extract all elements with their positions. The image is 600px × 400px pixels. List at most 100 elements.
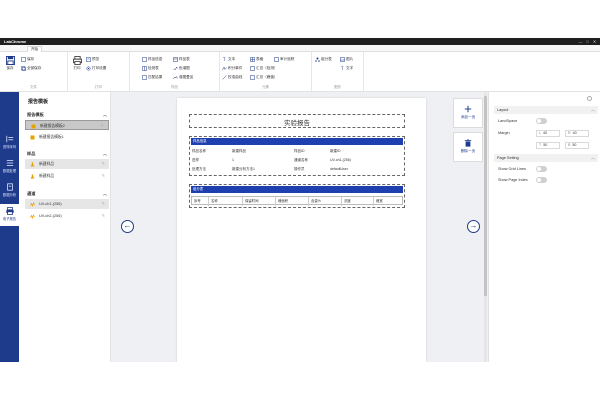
save-all-icon [21,66,26,71]
add-page-button[interactable]: 添加一页 [453,98,483,128]
grid-lines-toggle[interactable] [536,166,547,172]
document-icon [6,183,14,191]
field-value: 新建样品 [232,149,246,153]
chromatogram-button[interactable]: 色谱图 [173,65,190,72]
text-button[interactable]: T 文本 [222,56,235,63]
maximize-button[interactable]: □ [584,38,591,45]
save-all-button[interactable]: 全部保存 [21,65,41,72]
column-header: 名称 [209,197,243,206]
list-item-template[interactable]: 新建报告模板2 ✎ [25,120,109,130]
overlay-button[interactable]: 谱图叠加 [173,74,193,81]
template-panel: 报告模板 报告模板 ︿ 新建报告模板2 ✎ 新建报告模板1 样品 ︿ 新建样品 ✎ … [19,92,111,362]
title-bar: LabChrome — □ ✕ [0,38,600,45]
text-graphic-button[interactable]: T 文字 [340,65,353,72]
sidebar-item-analysis[interactable]: 数据分析 [0,180,19,202]
summary-peak-button[interactable]: 汇总（峰值） [250,74,278,81]
section-header-templates[interactable]: 报告模板 ︿ [27,111,107,118]
match-result-button[interactable]: 匹配结果 [142,74,162,81]
edit-icon[interactable]: ✎ [102,211,105,221]
calibration-curve-button[interactable]: 校准曲线 [222,74,242,81]
sidebar-item-injection[interactable]: 进样序列 [0,132,19,154]
svg-text:T: T [340,66,344,71]
column-header: 浓度 [342,197,374,206]
edit-icon[interactable]: ✎ [102,159,105,169]
sidebar-item-processing[interactable]: 数据处理 [0,156,19,178]
settings-icon[interactable] [587,96,592,101]
close-button[interactable]: ✕ [591,38,598,45]
events-icon [222,66,227,71]
sample-info-section[interactable]: 样品信息 样品名称 新建样品 样品ID 新建ID 进样 1 通道名称 UV-ch… [189,136,405,176]
previous-page-button[interactable]: ← [121,220,134,233]
integration-events-button[interactable]: 积分事件 [222,65,242,72]
template-icon [31,124,36,129]
print-button[interactable]: 打印 [70,56,84,71]
print-setup-button[interactable]: 打印设置 [86,65,106,72]
ribbon-group-graphic: 组分表 图片 T 文字 图形 [312,52,364,92]
page-index-toggle[interactable] [536,177,547,183]
ribbon-group-sample: 样品信息 样品表 检测表 色谱图 匹配结果 谱图叠加 样品 [130,52,220,92]
list-item-channel[interactable]: UV-ch1-(256) ✎ [25,199,109,209]
sidebar-item-report[interactable]: 电子报告 [0,204,19,226]
channel-icon [30,213,35,219]
section-header-channels[interactable]: 通道 ︿ [27,190,107,197]
main-sidebar: 进样序列 数据处理 数据分析 电子报告 [0,92,19,362]
margin-bottom-input[interactable]: B 50 [565,142,589,149]
list-item-sample[interactable]: 新建样品 ✎ [25,171,109,181]
field-value: 新建分析方法1 [232,167,255,171]
next-page-button[interactable]: → [467,220,480,233]
summary-detection-button[interactable]: 汇总（检测） [250,65,278,72]
text-icon: T [340,66,345,71]
save-small-button[interactable]: 保存 [21,56,34,63]
ribbon-group-print: 打印 预览 打印设置 打印 [68,52,130,92]
section-header-layout[interactable]: Layout ︿ [494,106,598,114]
section-bar: 组分表 [191,186,403,193]
match-icon [142,75,147,80]
component-table-section[interactable]: 组分表 序号 名称 保留时间 峰面积 含量% 浓度 峰宽 [189,184,405,208]
edit-icon[interactable]: ✎ [102,199,105,209]
field-label: 进样 [192,158,199,162]
save-button[interactable]: 保存 [3,56,17,71]
detection-table-button[interactable]: 检测表 [142,65,159,72]
audit-icon [274,57,279,62]
audit-trail-button[interactable]: 审计追踪 [274,56,294,63]
preview-icon [86,57,91,62]
canvas-scrollbar[interactable] [484,92,487,362]
preview-button[interactable]: 预览 [86,56,99,63]
sample-info-button[interactable]: 样品信息 [142,56,162,63]
list-item-channel[interactable]: UV-ch2-(256) ✎ [25,211,109,221]
margin-top-input[interactable]: T 50 [536,142,560,149]
table-header: 序号 名称 保留时间 峰面积 含量% 浓度 峰宽 [191,196,403,206]
field-label: 处理方法 [192,167,206,171]
chevron-up-icon: ︿ [591,156,595,160]
landscape-toggle[interactable] [536,118,547,124]
list-item-sample[interactable]: 新建样品 ✎ [25,159,109,169]
component-table-button[interactable]: 组分表 [315,56,332,63]
edit-icon[interactable]: ✎ [101,121,104,131]
app-title: LabChrome [4,39,27,44]
table-button[interactable]: 表格 [250,56,263,63]
report-page: 实验报告 样品信息 样品名称 新建样品 样品ID 新建ID 进样 1 通道名称 … [177,98,426,362]
minimize-button[interactable]: — [577,38,584,45]
edit-icon[interactable]: ✎ [102,171,105,181]
ribbon-group-file: 保存 保存 全部保存 文件 [0,52,68,92]
printer-icon [72,56,82,65]
field-value: 1 [232,158,234,162]
field-label: 通道名称 [294,158,308,162]
margin-right-input[interactable]: R 40 [565,130,589,137]
list-item-template[interactable]: 新建报告模板1 [25,132,109,142]
section-header-page-setting[interactable]: Page Setting ︿ [494,154,598,162]
delete-page-button[interactable]: 删除一页 [453,132,483,162]
margin-label: Margin [498,131,510,135]
sample-table-button[interactable]: 样品表 [173,56,190,63]
sequence-icon [5,135,14,143]
scrollbar-thumb[interactable] [484,96,487,296]
image-button[interactable]: 图片 [340,56,353,63]
app-window: LabChrome — □ ✕ 开始 保存 保存 全部保存 文件 打印 预览 打… [0,38,600,362]
chevron-up-icon: ︿ [103,112,107,117]
field-value: UV-ch1-(256) [330,158,351,162]
margin-left-input[interactable]: L 40 [536,130,560,137]
template-icon [30,135,35,140]
section-header-samples[interactable]: 样品 ︿ [27,150,107,157]
report-title-box[interactable]: 实验报告 [189,114,405,128]
info-icon [142,57,147,62]
